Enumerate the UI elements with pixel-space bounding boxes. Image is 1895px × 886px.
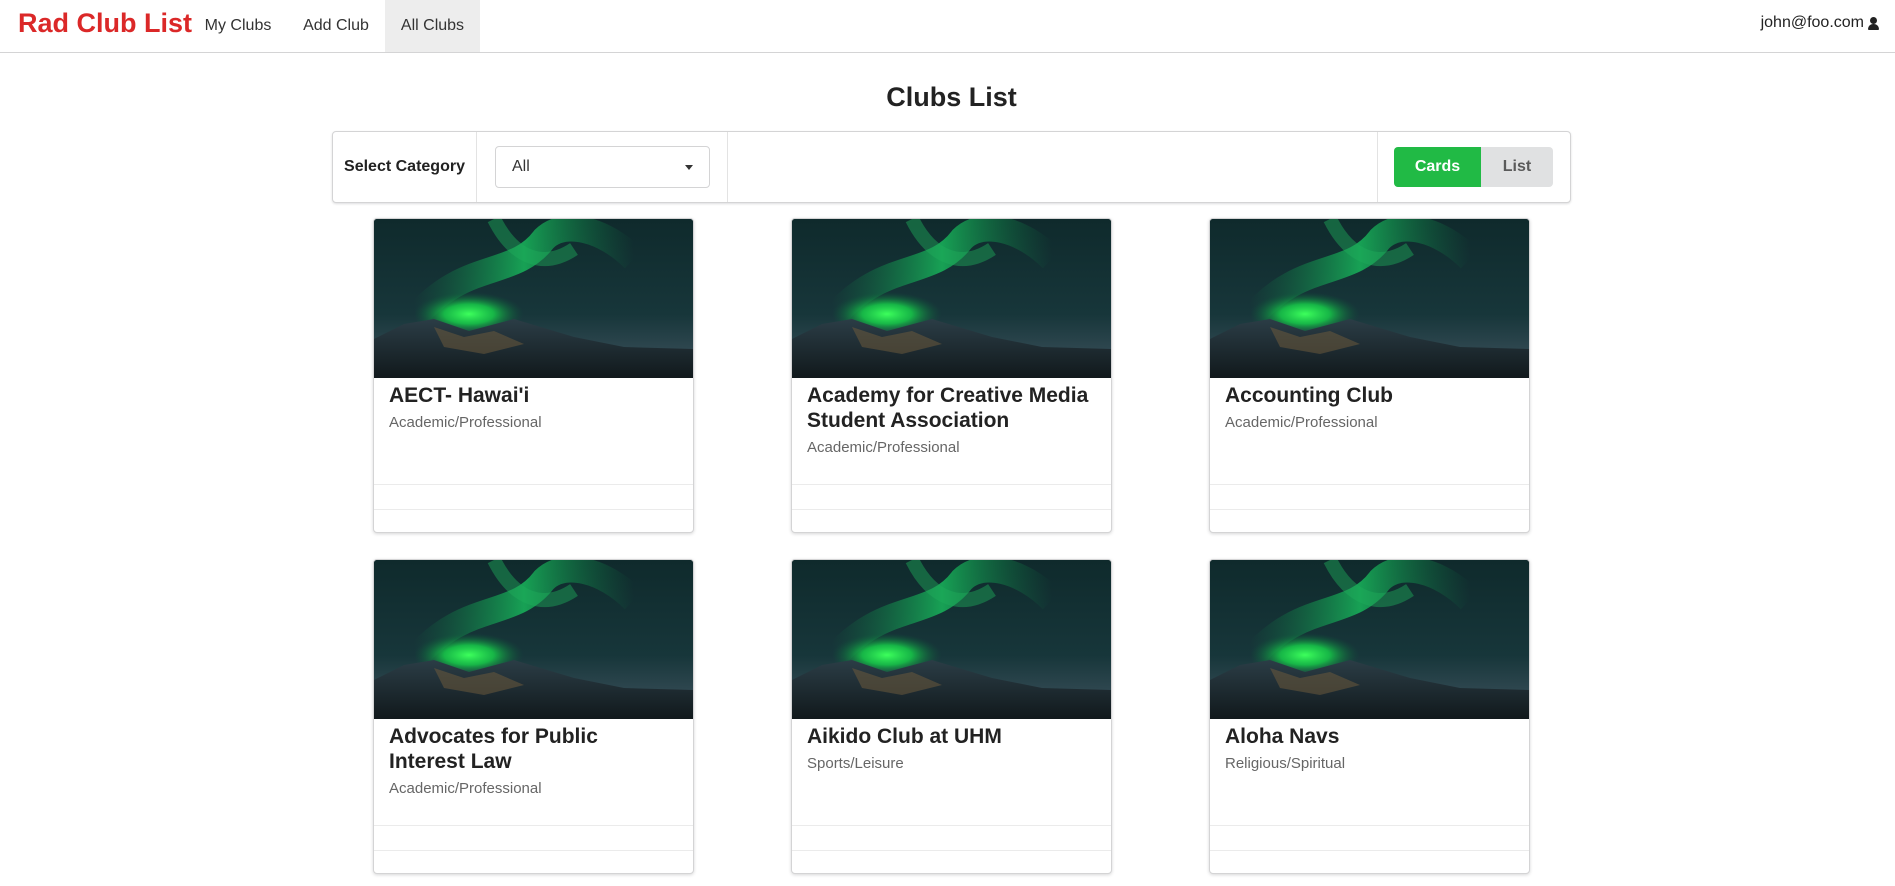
club-name: Advocates for Public Interest Law (389, 725, 598, 773)
club-category: Religious/Spiritual (1225, 755, 1346, 772)
club-card[interactable]: Academy for Creative Media Student Assoc… (791, 218, 1112, 533)
card-divider (374, 850, 693, 851)
club-card[interactable]: AECT- Hawai'i Academic/Professional (373, 218, 694, 533)
club-category: Academic/Professional (1225, 414, 1378, 431)
card-divider (374, 509, 693, 510)
card-content: Aikido Club at UHM Sports/Leisure (807, 724, 1097, 774)
card-content: Academy for Creative Media Student Assoc… (807, 383, 1097, 458)
card-divider (374, 484, 693, 485)
club-card[interactable]: Aloha Navs Religious/Spiritual (1209, 559, 1530, 874)
aurora-image (1210, 219, 1529, 378)
club-category: Academic/Professional (807, 439, 960, 456)
club-name: Aikido Club at UHM (807, 725, 1002, 748)
card-divider (792, 850, 1111, 851)
card-divider (792, 509, 1111, 510)
nav-my-clubs[interactable]: My Clubs (191, 0, 285, 52)
list-view-button[interactable]: List (1481, 147, 1553, 187)
aurora-image (792, 219, 1111, 378)
user-icon (1868, 16, 1879, 30)
user-menu[interactable]: john@foo.com (1761, 0, 1879, 46)
club-card[interactable]: Aikido Club at UHM Sports/Leisure (791, 559, 1112, 874)
card-divider (1210, 484, 1529, 485)
card-divider (792, 484, 1111, 485)
aurora-image (374, 219, 693, 378)
nav-add-club[interactable]: Add Club (288, 0, 384, 52)
club-name: Academy for Creative Media Student Assoc… (807, 384, 1089, 432)
club-name: Accounting Club (1225, 384, 1393, 407)
category-dropdown[interactable]: All (495, 146, 710, 188)
aurora-image (374, 560, 693, 719)
filter-menu: Select Category All Cards List (332, 131, 1571, 203)
brand-logo[interactable]: Rad Club List (18, 6, 192, 40)
card-content: Advocates for Public Interest Law Academ… (389, 724, 679, 799)
club-card[interactable]: Advocates for Public Interest Law Academ… (373, 559, 694, 874)
cards-view-button[interactable]: Cards (1394, 147, 1481, 187)
aurora-image (792, 560, 1111, 719)
card-divider (1210, 825, 1529, 826)
page-title: Clubs List (886, 82, 1017, 112)
club-category: Academic/Professional (389, 414, 542, 431)
card-divider (1210, 509, 1529, 510)
top-navbar: Rad Club List My Clubs Add Club All Club… (0, 0, 1895, 53)
category-select-cell: All (477, 132, 728, 202)
card-content: Aloha Navs Religious/Spiritual (1225, 724, 1515, 774)
club-name: Aloha Navs (1225, 725, 1340, 748)
user-email: john@foo.com (1760, 14, 1864, 31)
card-divider (1210, 850, 1529, 851)
view-toggle-group: Cards List (1377, 132, 1570, 202)
card-content: AECT- Hawai'i Academic/Professional (389, 383, 679, 433)
aurora-image (1210, 560, 1529, 719)
club-category: Academic/Professional (389, 780, 542, 797)
club-category: Sports/Leisure (807, 755, 904, 772)
club-card[interactable]: Accounting Club Academic/Professional (1209, 218, 1530, 533)
card-content: Accounting Club Academic/Professional (1225, 383, 1515, 433)
card-divider (792, 825, 1111, 826)
card-divider (374, 825, 693, 826)
caret-down-icon (685, 165, 693, 170)
category-dropdown-value: All (512, 158, 530, 175)
club-name: AECT- Hawai'i (389, 384, 530, 407)
category-filter-label: Select Category (333, 132, 477, 202)
nav-all-clubs[interactable]: All Clubs (385, 0, 480, 52)
